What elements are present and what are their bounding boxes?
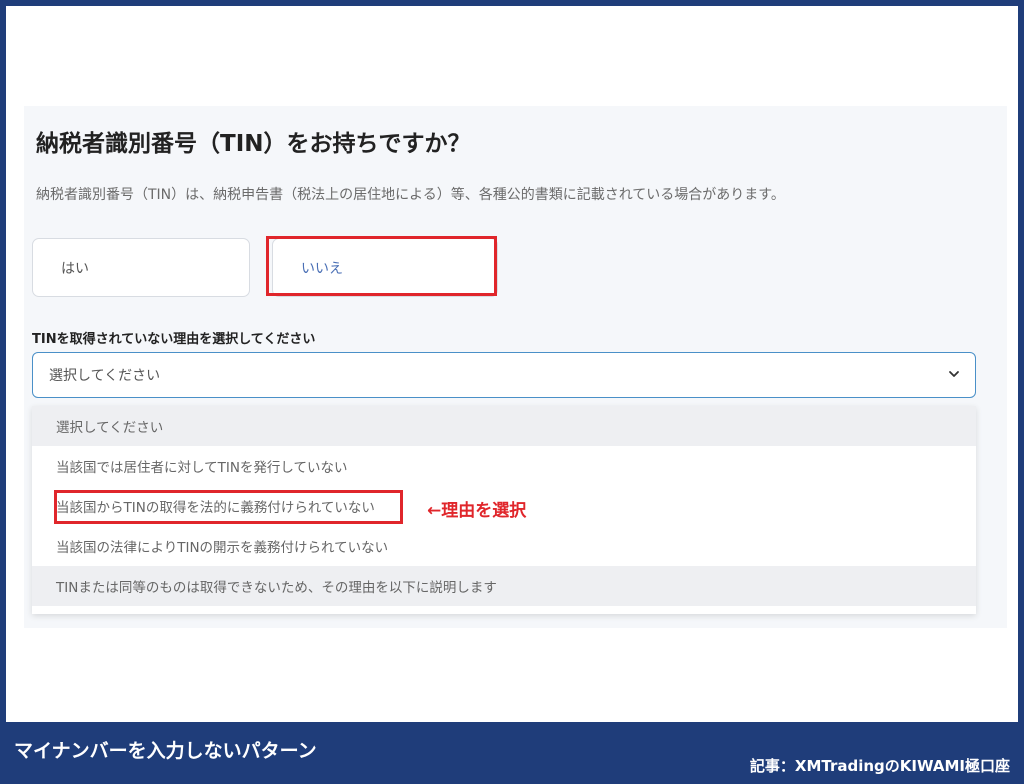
screenshot-frame: 納税者識別番号（TIN）をお持ちですか？ 納税者識別番号（TIN）は、納税申告書… xyxy=(6,6,1018,722)
caption-title: マイナンバーを入力しないパターン xyxy=(14,740,317,762)
annotation-select-reason: ←理由を選択 xyxy=(427,501,527,521)
reason-select-label: TINを取得されていない理由を選択してください xyxy=(32,332,316,347)
option-no-button[interactable]: いいえ xyxy=(272,238,498,297)
dropdown-option[interactable]: TINまたは同等のものは取得できないため、その理由を以下に説明します xyxy=(32,566,976,606)
dropdown-option[interactable]: 選択してください xyxy=(32,406,976,446)
option-yes-button[interactable]: はい xyxy=(32,238,250,297)
question-description: 納税者識別番号（TIN）は、納税申告書（税法上の居住地による）等、各種公的書類に… xyxy=(36,187,785,203)
reason-select[interactable]: 選択してください xyxy=(32,352,976,398)
reason-dropdown-list: 選択してください 当該国では居住者に対してTINを発行していない 当該国からTI… xyxy=(32,406,976,614)
dropdown-option[interactable]: 当該国の法律によりTINの開示を義務付けられていない xyxy=(32,526,976,566)
question-title: 納税者識別番号（TIN）をお持ちですか？ xyxy=(36,131,471,157)
tin-form-panel: 納税者識別番号（TIN）をお持ちですか？ 納税者識別番号（TIN）は、納税申告書… xyxy=(24,106,1007,628)
reason-select-value: 選択してください xyxy=(49,368,161,384)
caption-credit: 記事：XMTradingのKIWAMI極口座 xyxy=(749,757,1010,775)
dropdown-option[interactable]: 当該国では居住者に対してTINを発行していない xyxy=(32,446,976,486)
chevron-down-icon xyxy=(949,371,959,377)
